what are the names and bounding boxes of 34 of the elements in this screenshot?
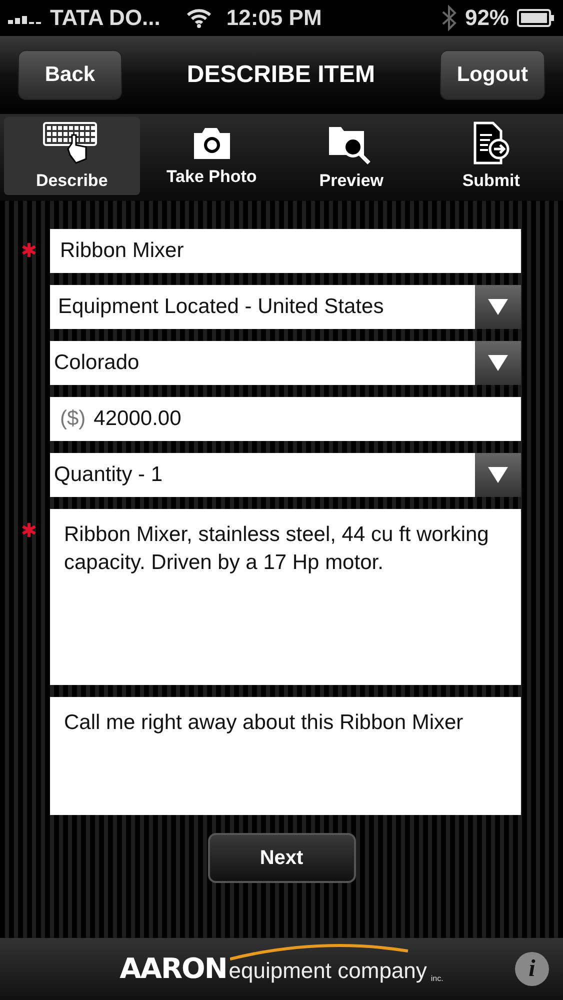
name-field[interactable]: Ribbon Mixer <box>50 229 521 273</box>
screen-title: DESCRIBE ITEM <box>186 61 375 89</box>
carrier-name: TATA DO... <box>50 5 160 31</box>
text-area[interactable]: Ribbon Mixer, stainless steel, 44 cu ft working capacity. Driven by a 17 Hp motor. <box>50 509 521 685</box>
logo-text: equipment company <box>228 959 427 983</box>
battery-icon <box>517 9 555 27</box>
tab[interactable]: Describe <box>4 117 140 195</box>
select-field[interactable]: Equipment Located - United States <box>50 285 521 329</box>
battery-percent: 92% <box>464 5 509 31</box>
dropdown-button[interactable] <box>475 285 521 329</box>
next-button[interactable]: Next <box>208 833 356 883</box>
caret-down-icon <box>487 466 509 484</box>
tab[interactable]: Submit <box>423 117 559 195</box>
price-value: 42000.00 <box>94 407 182 431</box>
dropdown-button[interactable] <box>475 341 521 385</box>
caret-down-icon <box>487 298 509 316</box>
info-button[interactable]: i <box>515 952 549 986</box>
logo-suffix: inc. <box>430 974 444 983</box>
tab[interactable]: Preview <box>284 117 420 195</box>
back-button[interactable]: Back <box>18 50 122 100</box>
logout-button[interactable]: Logout <box>440 50 545 100</box>
dropdown-button[interactable] <box>475 453 521 497</box>
text-area[interactable]: Call me right away about this Ribbon Mixer <box>50 697 521 815</box>
swoosh-icon <box>230 941 410 961</box>
select-field[interactable]: Colorado <box>50 341 521 385</box>
select-field[interactable]: Quantity - 1 <box>50 453 521 497</box>
tab[interactable]: Take Photo <box>144 117 280 195</box>
price-field[interactable]: ($) 42000.00 <box>50 397 521 441</box>
logo-mark: AARON <box>120 955 227 983</box>
clock-time: 12:05 PM <box>226 5 322 31</box>
caret-down-icon <box>487 354 509 372</box>
bluetooth-icon <box>440 5 457 31</box>
currency-prefix: ($) <box>59 407 86 431</box>
wifi-icon <box>186 8 212 28</box>
